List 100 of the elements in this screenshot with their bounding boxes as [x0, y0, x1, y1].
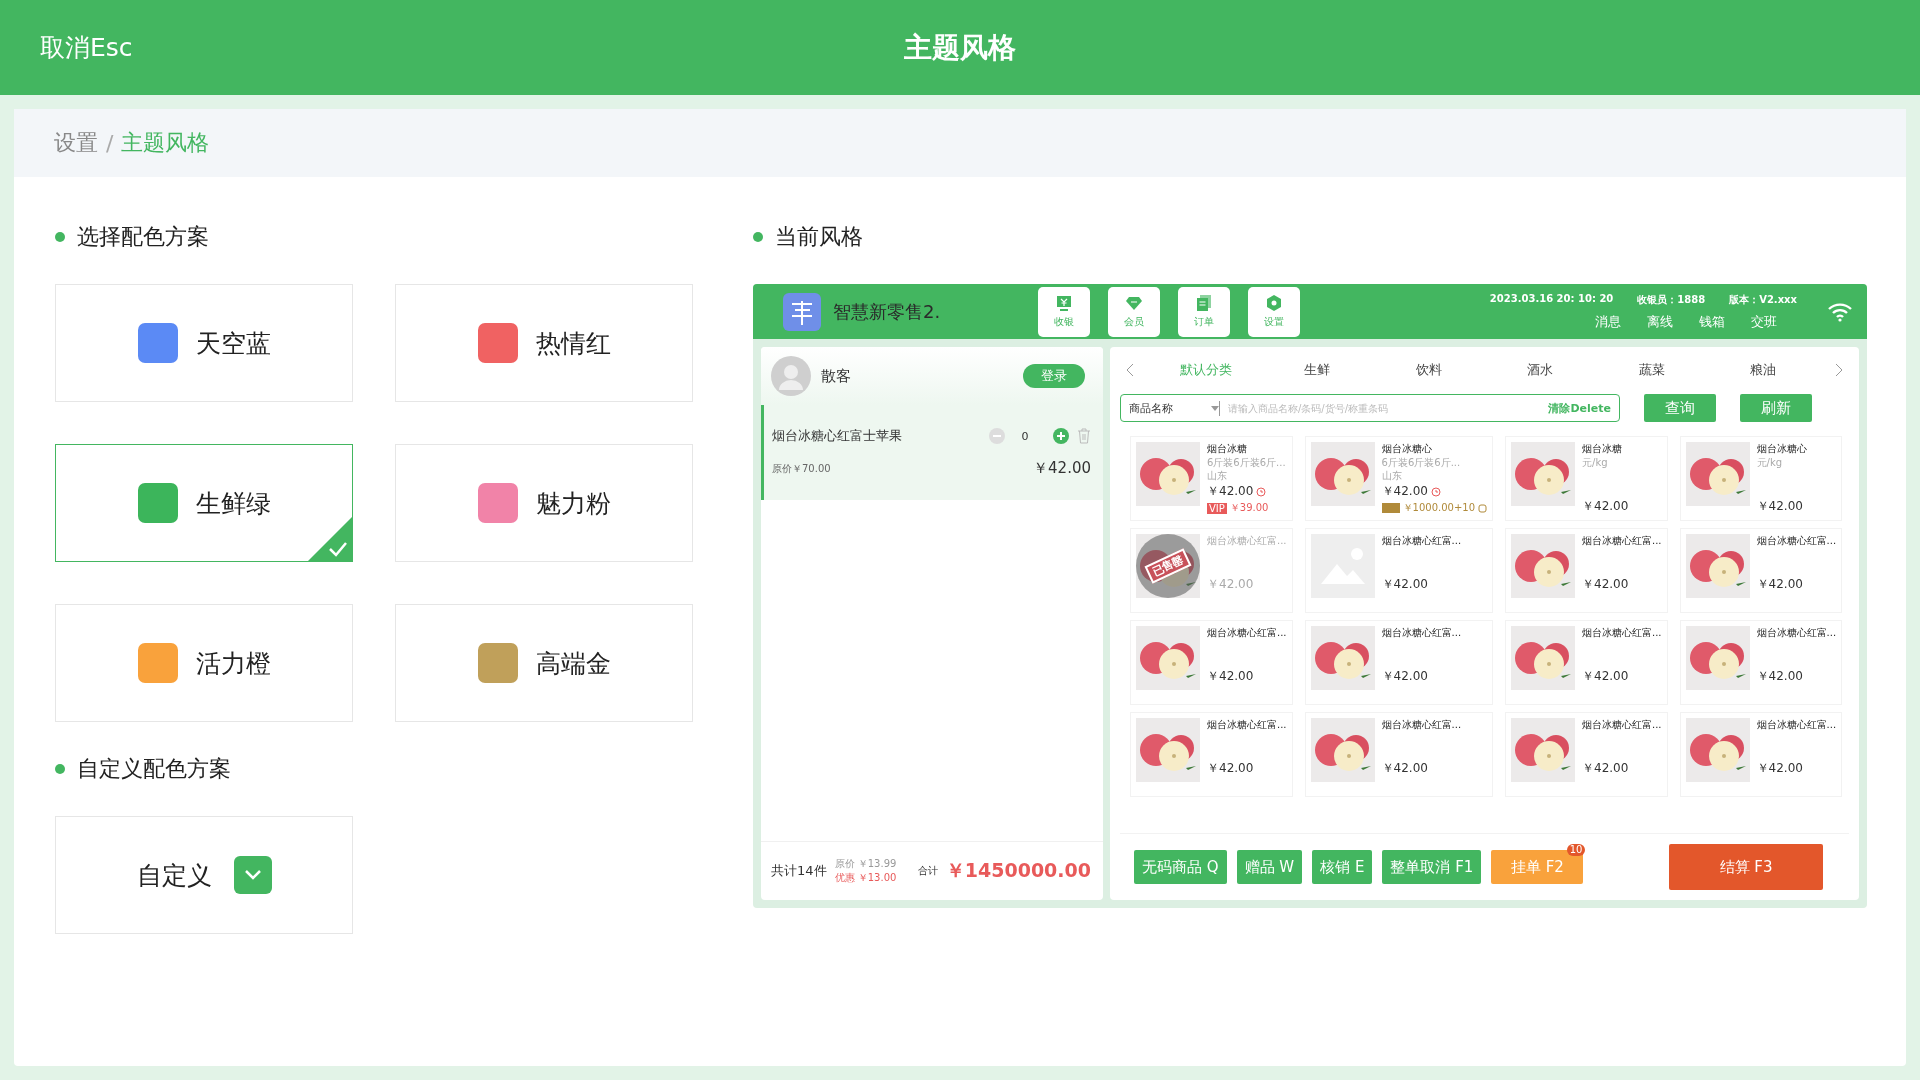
status-info: 收银员：1888 — [1637, 292, 1706, 307]
product-name: 烟台冰糖心红富... — [1207, 626, 1287, 640]
breadcrumb-item: 主题风格 — [121, 129, 210, 157]
product-price: ￥42.00 — [1756, 498, 1803, 515]
cart-item-price: ￥42.00 — [1033, 459, 1091, 478]
avatar-icon — [771, 356, 811, 396]
product-price: ￥42.00 — [1207, 760, 1254, 777]
product-spec: 6斤装6斤装6斤... — [1381, 457, 1462, 469]
product-spec: 6斤装6斤装6斤... — [1207, 457, 1286, 469]
product-card[interactable]: 已售罄 烟台冰糖心红富... ￥42.00 — [1130, 528, 1293, 613]
product-card[interactable]: 烟台冰糖心红富... ￥42.00 — [1679, 620, 1843, 705]
status-info: 2023.03.16 20: 10: 20 — [1489, 292, 1614, 306]
total-amount: ￥1450000.00 — [945, 858, 1091, 883]
scheme-name: 魅力粉 — [535, 487, 611, 520]
product-price: ￥42.00 — [1756, 668, 1803, 685]
product-price: ￥42.00 — [1582, 668, 1629, 685]
product-name: 烟台冰糖心红富... — [1207, 534, 1287, 548]
product-origin: 山东 — [1381, 470, 1403, 482]
search-type-select[interactable]: 商品名称 — [1129, 400, 1207, 416]
bullet-dot — [55, 764, 65, 774]
customer-name: 散客 — [821, 366, 851, 386]
product-price: ￥42.00 — [1756, 760, 1803, 777]
plus-icon — [1053, 428, 1069, 444]
settings-icon — [1265, 294, 1283, 312]
check-corner-icon — [308, 517, 352, 561]
product-card[interactable]: 烟台冰糖心红富... ￥42.00 — [1304, 528, 1493, 613]
product-origin: 山东 — [1207, 470, 1228, 482]
product-card[interactable]: 烟台冰糖心红富... ￥42.00 — [1304, 620, 1493, 705]
trash-icon — [1077, 428, 1091, 444]
product-card[interactable]: 烟台冰糖心红富... ￥42.00 — [1304, 712, 1493, 797]
product-price: ￥42.00 — [1582, 498, 1629, 515]
scheme-name: 活力橙 — [195, 647, 271, 680]
plus-button[interactable] — [1053, 428, 1069, 444]
product-card[interactable]: 烟台冰糖心红富... ￥42.00 — [1679, 528, 1843, 613]
section-heading: 当前风格 — [775, 223, 863, 251]
coin-icon — [1478, 503, 1487, 513]
category-tab[interactable]: 酒水 — [1500, 360, 1581, 379]
app-name: 智慧新零售2. — [833, 299, 942, 324]
next-button[interactable] — [1834, 362, 1843, 377]
product-name: 烟台冰糖心红富... — [1582, 534, 1662, 548]
product-card[interactable]: 烟台冰糖心 元/kg ￥42.00 — [1679, 436, 1843, 521]
discount-amount: 优惠 ￥13.00 — [834, 871, 897, 885]
vip-tag: VIP — [1207, 502, 1227, 514]
product-card[interactable]: 烟台冰糖心红富... ￥42.00 — [1505, 712, 1668, 797]
product-card[interactable]: 烟台冰糖心红富... ￥42.00 — [1679, 712, 1843, 797]
custom-label: 自定义 — [136, 859, 212, 892]
color-scheme-card[interactable]: 天空蓝 — [55, 284, 353, 402]
color-scheme-card[interactable]: 活力橙 — [55, 604, 353, 722]
vip-price: ￥39.00 — [1229, 501, 1269, 515]
points-price: ￥1000.00+10 — [1402, 501, 1475, 515]
product-card[interactable]: 烟台冰糖心红富... ￥42.00 — [1130, 620, 1293, 705]
color-scheme-card[interactable]: 高端金 — [395, 604, 693, 722]
product-card[interactable]: 烟台冰糖心红富... ￥42.00 — [1505, 620, 1668, 705]
delete-button[interactable] — [1077, 428, 1091, 444]
product-price: ￥42.00 — [1756, 576, 1803, 593]
section-heading: 选择配色方案 — [77, 223, 209, 251]
document-icon — [1195, 294, 1213, 312]
product-card[interactable]: 烟台冰糖心红富... ￥42.00 — [1505, 528, 1668, 613]
product-card[interactable]: 烟台冰糖 6斤装6斤装6斤... 山东 ￥42.00 VIP ￥39.00 — [1130, 436, 1293, 521]
diamond-icon — [1125, 294, 1143, 312]
color-scheme-card[interactable]: 生鲜绿 — [55, 444, 353, 562]
bullet-dot — [55, 232, 65, 242]
scheme-name: 天空蓝 — [195, 327, 271, 360]
previous-button[interactable] — [1126, 362, 1134, 377]
product-card[interactable]: 烟台冰糖心 6斤装6斤装6斤... 山东 ￥42.00 ￥1000.00+10 — [1304, 436, 1493, 521]
scheme-name: 高端金 — [535, 647, 611, 680]
wifi-icon — [1827, 301, 1853, 322]
product-spec: 元/kg — [1582, 457, 1609, 469]
color-scheme-card[interactable]: 魅力粉 — [395, 444, 693, 562]
app-logo-icon — [783, 292, 821, 331]
product-name: 烟台冰糖心红富... — [1381, 718, 1462, 732]
dropdown-button[interactable] — [233, 856, 272, 894]
product-card[interactable]: 烟台冰糖 元/kg ￥42.00 — [1505, 436, 1668, 521]
caret-icon — [1211, 405, 1219, 411]
product-name: 烟台冰糖心红富... — [1381, 534, 1462, 548]
product-spec: 元/kg — [1756, 457, 1784, 469]
product-price: ￥42.00 — [1381, 668, 1428, 685]
chevron-down-icon — [243, 869, 262, 881]
page-title: 主题风格 — [904, 29, 1016, 66]
section-heading: 自定义配色方案 — [77, 755, 231, 783]
register-icon — [1055, 294, 1073, 312]
cart-item[interactable]: 烟台冰糖心红富士苹果 0 原价￥70.00 ￥42.00 — [761, 405, 1103, 500]
product-name: 烟台冰糖心 — [1756, 442, 1807, 456]
product-card[interactable]: 烟台冰糖心红富... ￥42.00 — [1130, 712, 1293, 797]
category-tab[interactable]: 蔬菜 — [1611, 360, 1692, 379]
color-scheme-card[interactable]: 热情红 — [395, 284, 693, 402]
tag-icon — [1381, 503, 1400, 513]
chevron-right-icon — [1834, 362, 1843, 377]
category-tab[interactable]: 生鲜 — [1277, 360, 1358, 379]
product-price: ￥42.00 — [1207, 576, 1254, 593]
product-price: ￥42.00 — [1582, 576, 1629, 593]
product-name: 烟台冰糖 — [1582, 442, 1623, 456]
product-name: 烟台冰糖心红富... — [1381, 626, 1462, 640]
category-tab[interactable]: 粮油 — [1723, 360, 1804, 379]
product-price: ￥42.00 — [1381, 576, 1428, 593]
total-label: 合计 — [917, 864, 938, 878]
category-tab[interactable]: 饮料 — [1388, 360, 1469, 379]
minus-button[interactable] — [989, 428, 1005, 444]
checkout-button[interactable]: 结算 F3 — [1669, 844, 1823, 890]
original-total: 原价 ￥13.99 — [834, 857, 897, 871]
